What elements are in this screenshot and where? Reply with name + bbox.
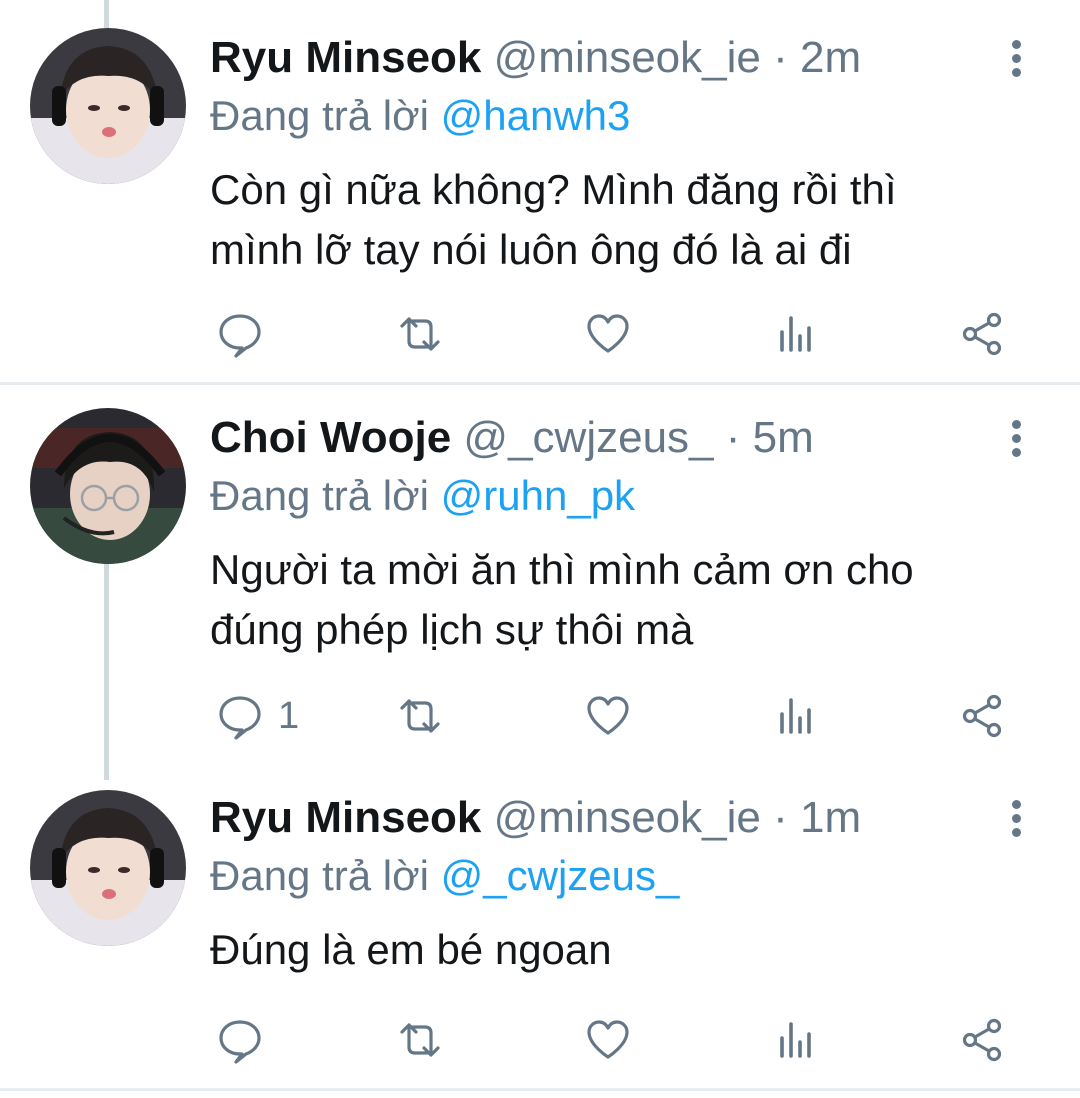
more-vertical-icon[interactable] (996, 28, 1036, 88)
share-icon (962, 312, 1002, 356)
avatar[interactable] (30, 28, 186, 184)
analytics-bars-icon (780, 698, 811, 734)
tweet-text: Người ta mời ăn thì mình cảm ơn cho đúng… (210, 540, 1040, 660)
share-button[interactable] (958, 306, 1006, 362)
tweet-actions (210, 306, 1020, 362)
analytics-bars-icon (780, 316, 811, 352)
display-name[interactable]: Choi Wooje (210, 413, 451, 462)
tweet-header: Choi Wooje @_cwjzeus_ · 5m (210, 408, 990, 468)
timestamp[interactable]: 5m (753, 413, 814, 462)
heart-icon (587, 314, 629, 353)
retweet-icon (400, 1023, 440, 1057)
tweet-text: Còn gì nữa không? Mình đăng rồi thì mình… (210, 160, 1040, 280)
tweet[interactable]: Choi Wooje @_cwjzeus_ · 5m Đang trả lời … (0, 385, 1080, 780)
replying-to-label: Đang trả lời (210, 472, 441, 519)
reply-bubble-icon (219, 696, 261, 740)
analytics-button[interactable] (772, 306, 820, 362)
timestamp[interactable]: 2m (800, 33, 861, 82)
tweet-text-line: Đúng là em bé ngoan (210, 926, 612, 973)
tweet-actions (210, 1012, 1020, 1068)
reply-button[interactable]: 1 (216, 688, 299, 744)
like-button[interactable] (584, 1012, 632, 1068)
avatar[interactable] (30, 408, 186, 564)
replying-to: Đang trả lời @ruhn_pk (210, 468, 635, 524)
tweet-header: Ryu Minseok @minseok_ie · 2m (210, 28, 990, 88)
tweet-actions: 1 (210, 688, 1020, 744)
separator: · (760, 793, 800, 842)
share-icon (962, 1018, 1002, 1062)
replying-to-label: Đang trả lời (210, 852, 441, 899)
tweet-text-line: Người ta mời ăn thì mình cảm ơn cho (210, 546, 914, 593)
display-name[interactable]: Ryu Minseok (210, 793, 481, 842)
timestamp[interactable]: 1m (800, 793, 861, 842)
user-handle[interactable]: @_cwjzeus_ (463, 413, 713, 462)
tweet-text-line: Còn gì nữa không? Mình đăng rồi thì (210, 166, 897, 213)
more-vertical-icon[interactable] (996, 788, 1036, 848)
tweet[interactable]: Ryu Minseok @minseok_ie · 2m Đang trả lờ… (0, 0, 1080, 382)
analytics-button[interactable] (772, 1012, 820, 1068)
analytics-bars-icon (780, 1022, 811, 1058)
reply-bubble-icon (219, 1020, 261, 1064)
retweet-icon (400, 317, 440, 351)
retweet-button[interactable] (396, 1012, 444, 1068)
heart-icon (587, 1020, 629, 1059)
reply-button[interactable] (216, 1012, 278, 1068)
separator: · (760, 33, 800, 82)
reply-button[interactable] (216, 306, 278, 362)
reply-count: 1 (278, 694, 300, 737)
display-name[interactable]: Ryu Minseok (210, 33, 481, 82)
mention-link[interactable]: @ruhn_pk (441, 472, 635, 519)
retweet-button[interactable] (396, 688, 444, 744)
more-vertical-icon[interactable] (996, 408, 1036, 468)
reply-bubble-icon (219, 314, 261, 358)
replying-to: Đang trả lời @hanwh3 (210, 88, 630, 144)
tweet-text-line: mình lỡ tay nói luôn ông đó là ai đi (210, 226, 852, 273)
separator: · (713, 413, 753, 462)
tweet-text: Đúng là em bé ngoan (210, 920, 1040, 980)
replying-to-label: Đang trả lời (210, 92, 441, 139)
tweet-text-line: đúng phép lịch sự thôi mà (210, 606, 694, 653)
like-button[interactable] (584, 306, 632, 362)
mention-link[interactable]: @_cwjzeus_ (441, 852, 680, 899)
like-button[interactable] (584, 688, 632, 744)
user-handle[interactable]: @minseok_ie (494, 33, 761, 82)
tweet[interactable]: Ryu Minseok @minseok_ie · 1m Đang trả lờ… (0, 780, 1080, 1087)
heart-icon (587, 696, 629, 735)
replying-to: Đang trả lời @_cwjzeus_ (210, 848, 679, 904)
share-icon (962, 694, 1002, 738)
user-handle[interactable]: @minseok_ie (494, 793, 761, 842)
share-button[interactable] (958, 1012, 1006, 1068)
share-button[interactable] (958, 688, 1006, 744)
tweet-divider (0, 1088, 1080, 1091)
avatar[interactable] (30, 790, 186, 946)
analytics-button[interactable] (772, 688, 820, 744)
retweet-icon (400, 699, 440, 733)
retweet-button[interactable] (396, 306, 444, 362)
mention-link[interactable]: @hanwh3 (441, 92, 631, 139)
tweet-header: Ryu Minseok @minseok_ie · 1m (210, 788, 990, 848)
